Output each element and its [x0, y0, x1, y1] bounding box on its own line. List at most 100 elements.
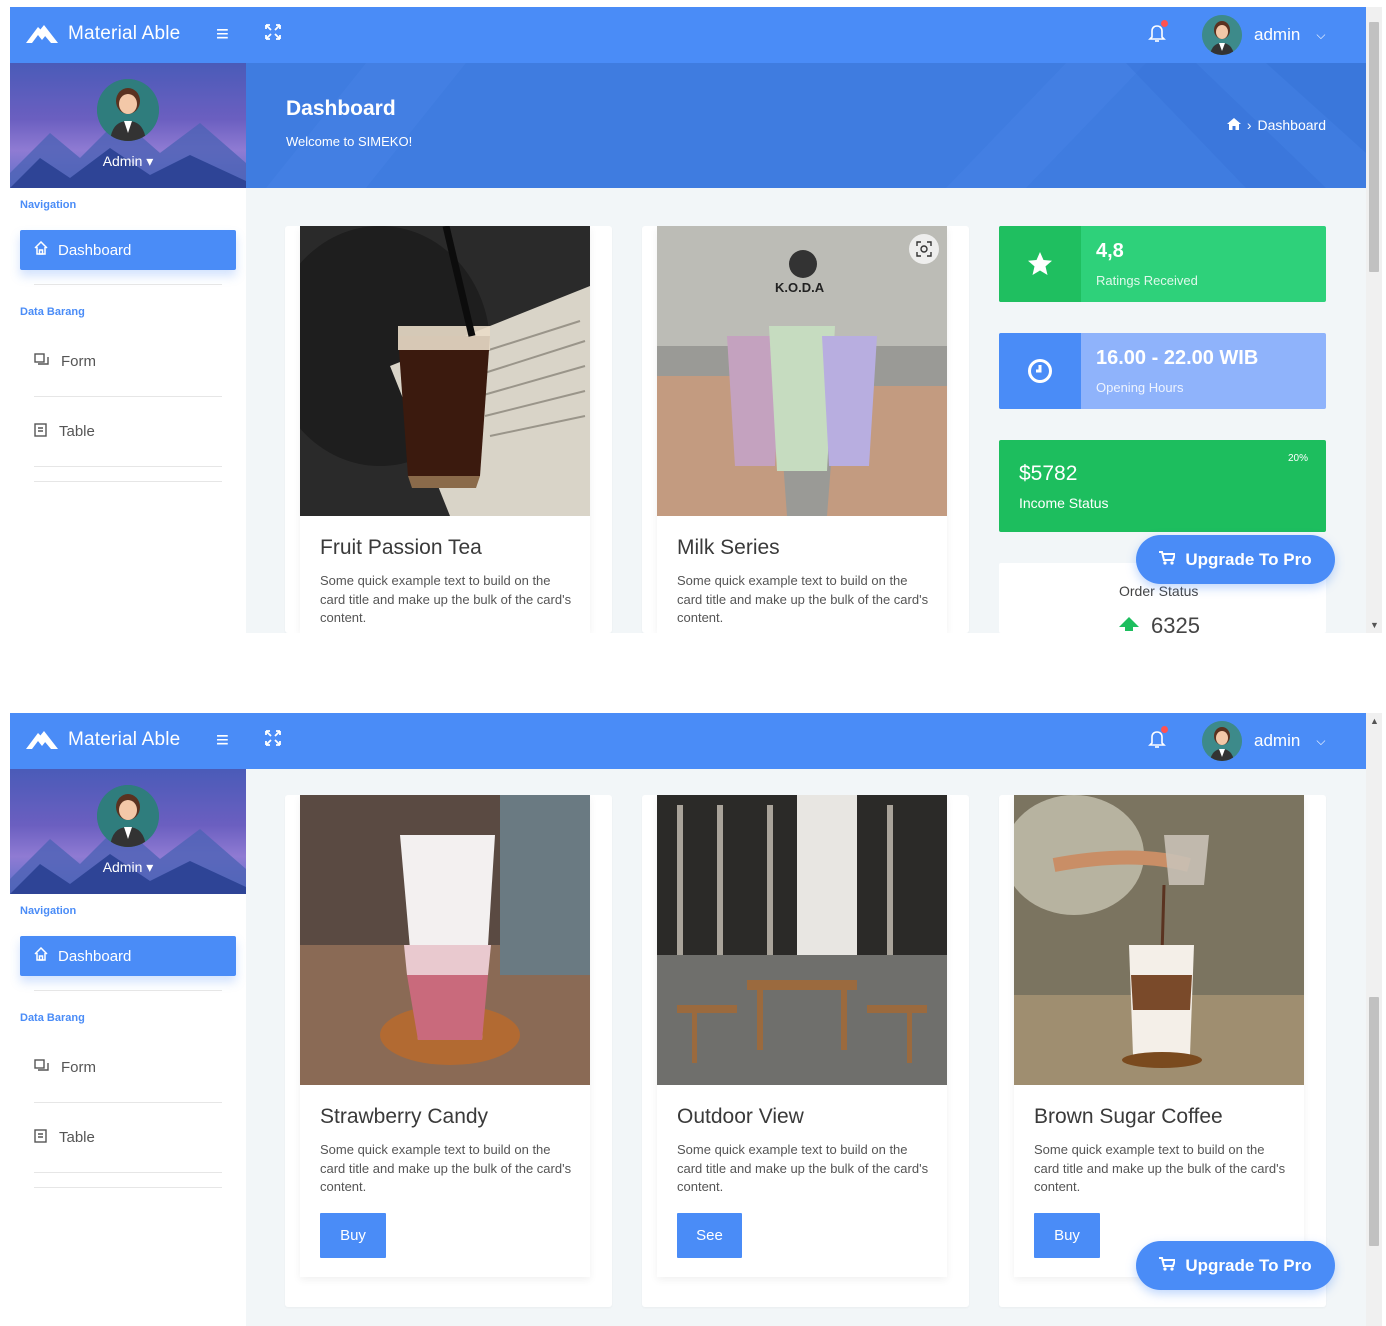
product-card: Outdoor View Some quick example text to … — [642, 795, 969, 1307]
stat-label: Ratings Received — [1096, 273, 1198, 288]
home-icon[interactable] — [1226, 117, 1241, 133]
breadcrumb-separator: › — [1246, 117, 1252, 133]
see-button[interactable]: See — [677, 1213, 742, 1258]
notification-bell-icon[interactable] — [1148, 20, 1168, 48]
page-header: Dashboard Welcome to SIMEKO! › Dashboard — [246, 63, 1366, 188]
sidebar-item-table[interactable]: Table — [34, 1103, 222, 1173]
card-text: Some quick example text to build on the … — [1034, 1142, 1286, 1194]
sidebar-item-label: Dashboard — [58, 947, 132, 965]
divider — [34, 990, 222, 991]
notification-bell-icon[interactable] — [1148, 726, 1168, 754]
scroll-up-icon[interactable]: ▲ — [1370, 716, 1379, 726]
fullscreen-icon[interactable] — [264, 729, 282, 752]
percent-badge: 20% — [1287, 453, 1308, 464]
logo-icon — [24, 727, 60, 753]
chevron-down-icon: ⌵ — [1316, 27, 1326, 42]
table-icon — [34, 1128, 47, 1147]
product-image — [1014, 795, 1304, 1085]
avatar — [1202, 15, 1242, 55]
stat-card-hours: 16.00 - 22.00 WIB Opening Hours — [999, 333, 1326, 409]
scroll-down-icon[interactable]: ▼ — [1370, 620, 1379, 630]
product-card-inner: K.O.D.A Milk Series Some quick example t… — [657, 226, 947, 633]
product-image — [657, 795, 947, 1085]
profile-name[interactable]: Admin ▾ — [10, 153, 246, 170]
product-card: Fruit Passion Tea Some quick example tex… — [285, 226, 612, 633]
breadcrumb-current[interactable]: Dashboard — [1258, 117, 1327, 133]
form-icon — [34, 1059, 49, 1076]
sidebar-item-form[interactable]: Form — [34, 1033, 222, 1103]
scrollbar-thumb[interactable] — [1369, 22, 1379, 272]
fullscreen-icon[interactable] — [264, 23, 282, 46]
stat-card-income: $5782 Income Status 20% — [999, 440, 1326, 532]
stat-card-ratings: 4,8 Ratings Received — [999, 226, 1326, 302]
product-card: Strawberry Candy Some quick example text… — [285, 795, 612, 1307]
chevron-down-icon: ⌵ — [1316, 733, 1326, 748]
product-card-inner: Brown Sugar Coffee Some quick example te… — [1014, 795, 1304, 1277]
upgrade-button[interactable]: Upgrade To Pro — [1136, 1241, 1335, 1290]
buy-button[interactable]: Buy — [320, 1213, 386, 1258]
profile-name[interactable]: Admin ▾ — [10, 859, 246, 876]
brand-logo[interactable]: Material Able — [24, 21, 180, 47]
cart-icon — [1159, 550, 1177, 570]
upgrade-button[interactable]: Upgrade To Pro — [1136, 535, 1335, 584]
sidebar-item-label: Table — [59, 423, 95, 440]
user-menu[interactable]: admin ⌵ — [1202, 15, 1325, 55]
upgrade-label: Upgrade To Pro — [1185, 1255, 1312, 1275]
sidebar-profile: Admin ▾ — [10, 63, 246, 188]
arrow-up-icon — [1119, 616, 1139, 634]
sidebar-item-dashboard[interactable]: Dashboard — [20, 936, 236, 976]
logo-icon — [24, 21, 60, 47]
breadcrumb: › Dashboard — [1226, 117, 1327, 133]
stat-value: 6325 — [1151, 613, 1200, 633]
card-title: Fruit Passion Tea — [320, 536, 482, 559]
sidebar-item-label: Form — [61, 353, 96, 370]
card-title: Brown Sugar Coffee — [1034, 1105, 1223, 1128]
stat-label: Income Status — [1019, 495, 1109, 511]
sidebar-item-label: Form — [61, 1059, 96, 1076]
sidebar-profile: Admin ▾ — [10, 769, 246, 894]
stat-value: $5782 — [1019, 462, 1078, 485]
product-image — [300, 795, 590, 1085]
caret-down-icon: ▾ — [146, 859, 154, 875]
card-text: Some quick example text to build on the … — [320, 573, 572, 625]
user-name: admin — [1254, 731, 1301, 750]
user-menu[interactable]: admin ⌵ — [1202, 721, 1325, 761]
caret-down-icon: ▾ — [146, 153, 154, 169]
card-title: Milk Series — [677, 536, 780, 559]
product-image — [300, 226, 590, 516]
sidebar-item-table[interactable]: Table — [34, 397, 222, 467]
home-icon — [34, 946, 48, 965]
sidebar-item-dashboard[interactable]: Dashboard — [20, 230, 236, 270]
product-card-inner: Strawberry Candy Some quick example text… — [300, 795, 590, 1277]
topbar: Material Able ≡ admin ⌵ — [10, 7, 1366, 63]
card-title: Outdoor View — [677, 1105, 804, 1128]
sidebar-item-form[interactable]: Form — [34, 327, 222, 397]
page-subtitle: Welcome to SIMEKO! — [286, 134, 413, 149]
topbar: Material Able ≡ admin ⌵ — [10, 713, 1366, 769]
divider — [34, 1187, 222, 1188]
product-card-inner: Fruit Passion Tea Some quick example tex… — [300, 226, 590, 633]
card-text: Some quick example text to build on the … — [677, 1142, 929, 1194]
sidebar-item-label: Table — [59, 1129, 95, 1146]
data-caption: Data Barang — [20, 1012, 85, 1024]
card-text: Some quick example text to build on the … — [320, 1142, 572, 1194]
avatar — [1202, 721, 1242, 761]
hamburger-menu-icon[interactable]: ≡ — [216, 729, 229, 751]
notification-dot — [1161, 20, 1168, 27]
upgrade-label: Upgrade To Pro — [1185, 549, 1312, 569]
product-card: K.O.D.A Milk Series Some quick example t… — [642, 226, 969, 633]
lens-icon[interactable] — [909, 234, 939, 264]
profile-avatar — [97, 785, 159, 847]
hamburger-menu-icon[interactable]: ≡ — [216, 23, 229, 45]
cart-icon — [1159, 1256, 1177, 1276]
buy-button[interactable]: Buy — [1034, 1213, 1100, 1258]
stat-value: 16.00 - 22.00 WIB — [1096, 347, 1259, 369]
stat-label: Opening Hours — [1096, 380, 1184, 395]
home-icon — [34, 240, 48, 259]
product-image: K.O.D.A — [657, 226, 947, 516]
brand-logo[interactable]: Material Able — [24, 727, 180, 753]
page-title: Dashboard — [286, 97, 396, 120]
scrollbar-thumb[interactable] — [1369, 997, 1379, 1246]
notification-dot — [1161, 726, 1168, 733]
brand-name: Material Able — [68, 23, 181, 44]
